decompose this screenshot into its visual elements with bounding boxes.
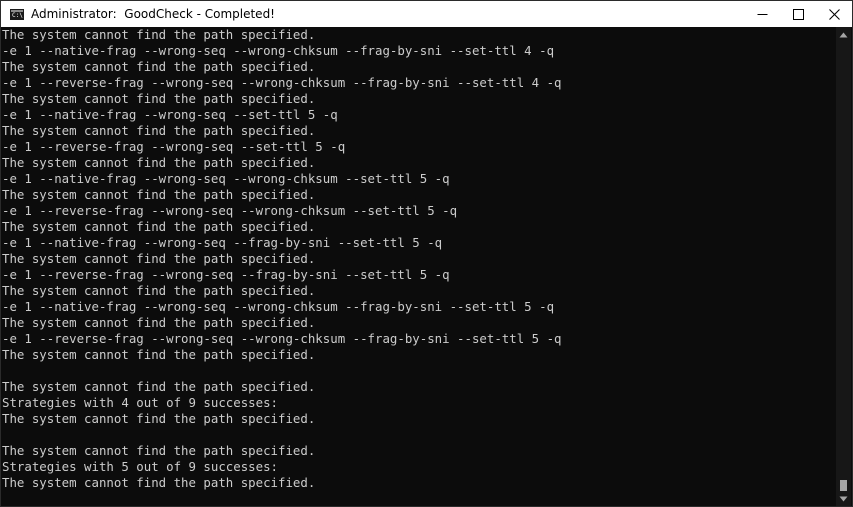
console-line: -e 1 --reverse-frag --wrong-seq --wrong-… xyxy=(2,203,458,218)
scroll-down-arrow-icon xyxy=(839,496,848,502)
console-line: The system cannot find the path specifie… xyxy=(2,219,316,234)
console-line: -e 1 --native-frag --wrong-seq --wrong-c… xyxy=(2,171,450,186)
minimize-button[interactable] xyxy=(744,1,780,27)
console-line: The system cannot find the path specifie… xyxy=(2,443,316,458)
console-line: The system cannot find the path specifie… xyxy=(2,155,316,170)
console-line: -e 1 --reverse-frag --wrong-seq --wrong-… xyxy=(2,331,562,346)
cmd-console-icon[interactable]: C:\ xyxy=(10,8,24,20)
console-line: -e 1 --reverse-frag --wrong-seq --frag-b… xyxy=(2,267,450,282)
title-bar[interactable]: C:\ Administrator: GoodCheck - Completed… xyxy=(1,1,852,27)
console-line: The system cannot find the path specifie… xyxy=(2,91,316,106)
minimize-icon xyxy=(757,13,767,15)
console-line: -e 1 --reverse-frag --wrong-seq --set-tt… xyxy=(2,139,346,154)
window-controls xyxy=(744,1,852,27)
console-line: The system cannot find the path specifie… xyxy=(2,187,316,202)
console-line: -e 1 --native-frag --wrong-seq --wrong-c… xyxy=(2,43,555,58)
console-line: -e 1 --native-frag --wrong-seq --wrong-c… xyxy=(2,299,555,314)
scroll-up-arrow-icon xyxy=(839,32,848,38)
console-line: Strategies with 5 out of 9 successes: xyxy=(2,459,279,474)
window-title: Administrator: GoodCheck - Completed! xyxy=(31,7,275,21)
scrollbar-thumb[interactable] xyxy=(840,480,847,491)
console-line: The system cannot find the path specifie… xyxy=(2,59,316,74)
maximize-button[interactable] xyxy=(780,1,816,27)
maximize-icon xyxy=(792,8,804,20)
close-icon xyxy=(828,8,840,20)
console-output[interactable]: The system cannot find the path specifie… xyxy=(2,27,838,506)
console-line: -e 1 --reverse-frag --wrong-seq --wrong-… xyxy=(2,75,562,90)
console-line: The system cannot find the path specifie… xyxy=(2,347,316,362)
console-line: The system cannot find the path specifie… xyxy=(2,251,316,266)
console-line: The system cannot find the path specifie… xyxy=(2,379,316,394)
console-line: The system cannot find the path specifie… xyxy=(2,411,316,426)
console-line: The system cannot find the path specifie… xyxy=(2,27,316,42)
console-line: -e 1 --native-frag --wrong-seq --frag-by… xyxy=(2,235,443,250)
close-button[interactable] xyxy=(816,1,852,27)
scroll-up-button[interactable] xyxy=(836,27,851,43)
console-line: The system cannot find the path specifie… xyxy=(2,475,316,490)
console-line: The system cannot find the path specifie… xyxy=(2,123,316,138)
console-line: -e 1 --native-frag --wrong-seq --set-ttl… xyxy=(2,107,338,122)
console-line: The system cannot find the path specifie… xyxy=(2,315,316,330)
console-line: The system cannot find the path specifie… xyxy=(2,283,316,298)
console-line: Strategies with 4 out of 9 successes: xyxy=(2,395,279,410)
console-window: C:\ Administrator: GoodCheck - Completed… xyxy=(0,0,853,507)
vertical-scrollbar[interactable] xyxy=(836,27,851,506)
cmd-icon-glyph: C:\ xyxy=(12,11,23,19)
scroll-down-button[interactable] xyxy=(836,491,851,506)
